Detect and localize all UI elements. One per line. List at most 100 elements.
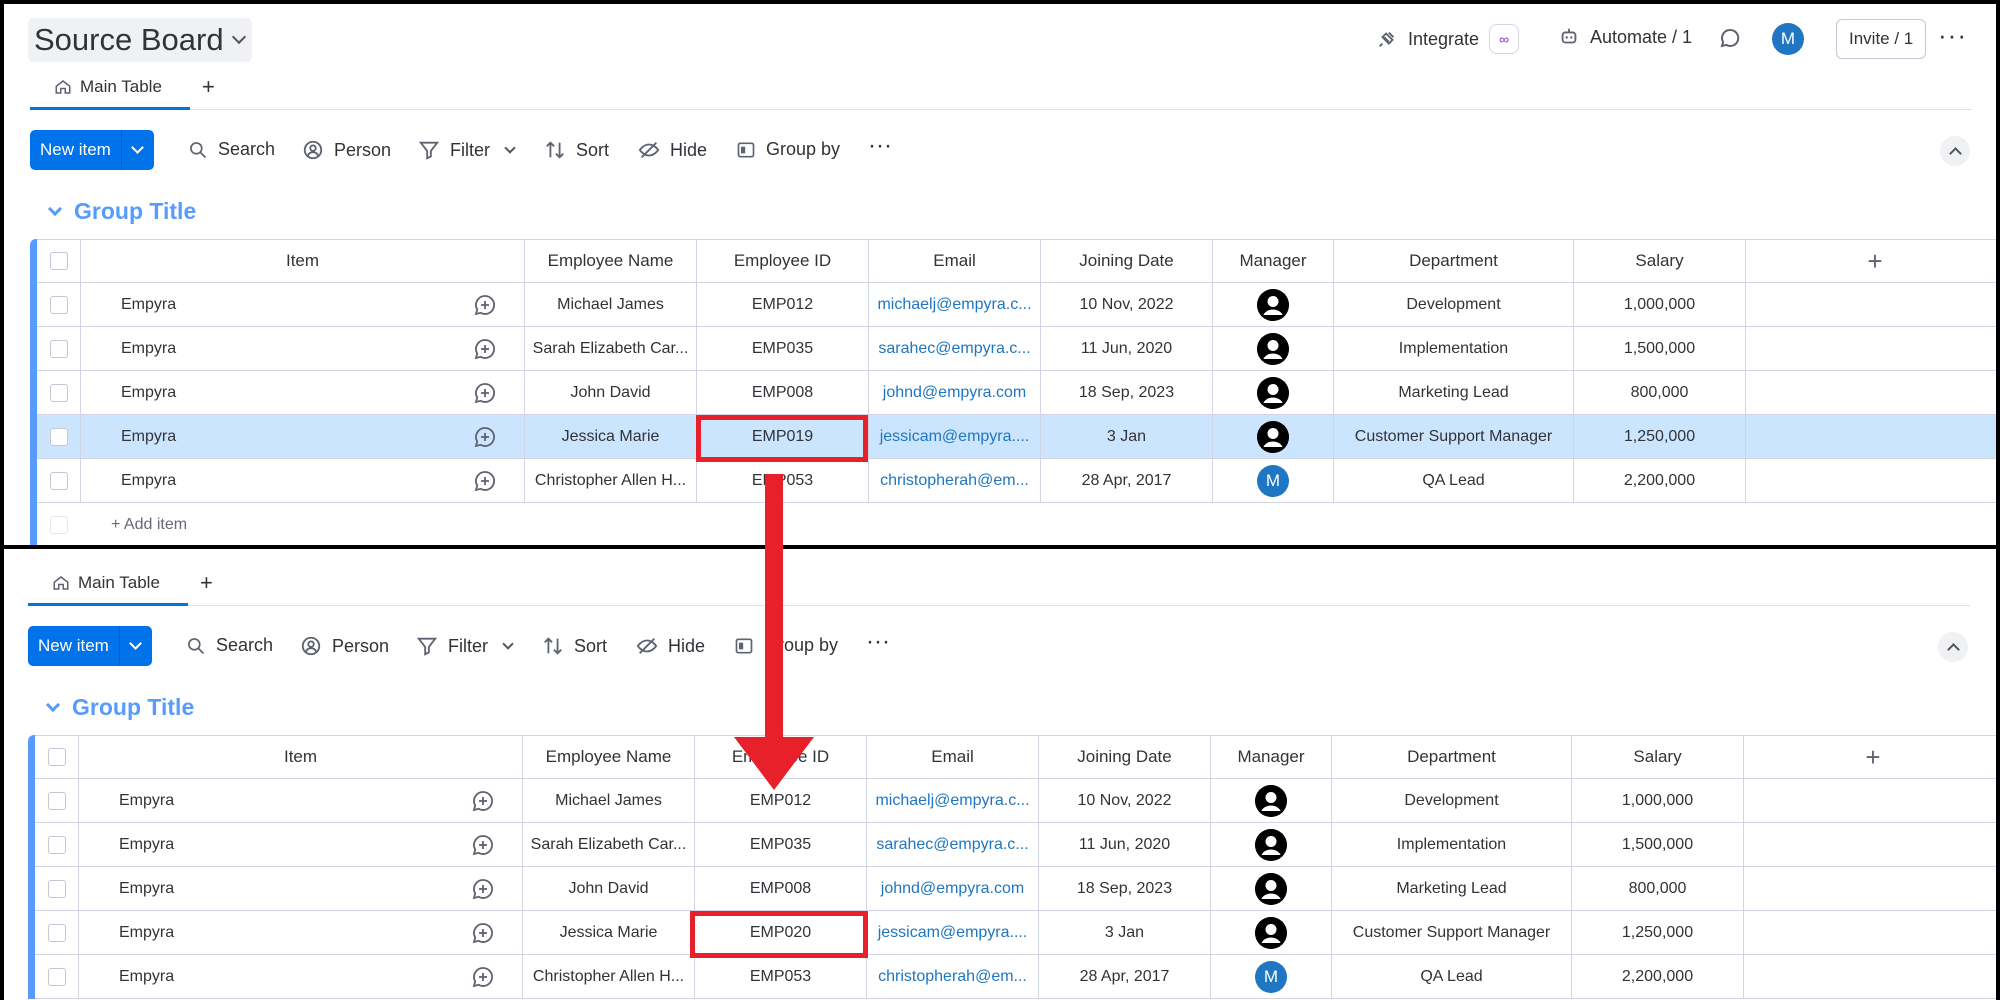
department-cell[interactable]: Development xyxy=(1334,283,1574,326)
department-cell[interactable]: Implementation xyxy=(1332,823,1572,866)
department-cell[interactable]: QA Lead xyxy=(1334,459,1574,502)
add-update-icon[interactable] xyxy=(473,337,497,361)
joining-date-cell[interactable]: 3 Jan xyxy=(1039,911,1211,954)
group-header[interactable]: Group Title xyxy=(45,694,194,721)
joining-date-cell[interactable]: 28 Apr, 2017 xyxy=(1039,955,1211,998)
group-by-button[interactable]: Group by xyxy=(734,635,838,656)
employee-name-cell[interactable]: Michael James xyxy=(525,283,697,326)
chevron-down-icon[interactable] xyxy=(47,201,63,216)
email-cell[interactable]: jessicam@empyra.... xyxy=(869,415,1041,458)
item-cell[interactable]: Empyra xyxy=(79,779,523,822)
tab-main-table[interactable]: Main Table xyxy=(54,77,162,97)
automate-button[interactable]: Automate / 1 xyxy=(1558,26,1692,48)
email-cell[interactable]: sarahec@empyra.c... xyxy=(867,823,1039,866)
joining-date-cell[interactable]: 3 Jan xyxy=(1041,415,1213,458)
add-update-icon[interactable] xyxy=(471,833,495,857)
row-checkbox[interactable] xyxy=(35,823,79,866)
item-cell[interactable]: Empyra xyxy=(79,867,523,910)
hide-button[interactable]: Hide xyxy=(638,139,707,161)
row-checkbox[interactable] xyxy=(37,327,81,370)
row-checkbox[interactable] xyxy=(35,867,79,910)
email-cell[interactable]: michaelj@empyra.c... xyxy=(867,779,1039,822)
search-button[interactable]: Search xyxy=(188,139,275,160)
new-item-button[interactable]: New item xyxy=(28,626,152,666)
add-item-row[interactable]: + Add item xyxy=(37,503,1996,545)
employee-id-cell[interactable]: EMP053 xyxy=(695,955,867,998)
row-checkbox[interactable] xyxy=(37,371,81,414)
integrate-button[interactable]: Integrate ∞ xyxy=(1376,24,1520,54)
item-cell[interactable]: Empyra xyxy=(81,415,525,458)
department-cell[interactable]: Marketing Lead xyxy=(1332,867,1572,910)
manager-cell[interactable] xyxy=(1211,911,1332,954)
employee-name-cell[interactable]: John David xyxy=(525,371,697,414)
board-title-selector[interactable]: Source Board xyxy=(28,18,252,62)
more-toolbar-icon[interactable]: ··· xyxy=(866,628,890,656)
add-view-button[interactable]: + xyxy=(200,570,213,596)
plus-icon[interactable]: + xyxy=(1867,246,1882,277)
add-item-button[interactable]: + Add item xyxy=(81,503,187,545)
joining-date-cell[interactable]: 11 Jun, 2020 xyxy=(1041,327,1213,370)
salary-cell[interactable]: 1,000,000 xyxy=(1574,283,1746,326)
employee-id-cell[interactable]: EMP008 xyxy=(695,867,867,910)
employee-name-cell[interactable]: Jessica Marie xyxy=(523,911,695,954)
row-checkbox[interactable] xyxy=(37,459,81,502)
add-update-icon[interactable] xyxy=(471,965,495,989)
email-link[interactable]: sarahec@empyra.c... xyxy=(878,340,1030,358)
manager-cell[interactable] xyxy=(1211,823,1332,866)
column-header[interactable]: Item xyxy=(81,240,525,282)
employee-id-cell[interactable]: EMP012 xyxy=(697,283,869,326)
manager-cell[interactable]: M xyxy=(1211,955,1332,998)
email-link[interactable]: michaelj@empyra.c... xyxy=(877,296,1031,314)
chevron-down-icon[interactable] xyxy=(122,141,154,154)
joining-date-cell[interactable]: 28 Apr, 2017 xyxy=(1041,459,1213,502)
employee-name-cell[interactable]: Christopher Allen H... xyxy=(525,459,697,502)
joining-date-cell[interactable]: 10 Nov, 2022 xyxy=(1041,283,1213,326)
column-header[interactable]: Employee Name xyxy=(523,736,695,778)
plus-icon[interactable]: + xyxy=(1865,742,1880,773)
row-checkbox[interactable] xyxy=(37,415,81,458)
joining-date-cell[interactable]: 10 Nov, 2022 xyxy=(1039,779,1211,822)
collapse-header-button[interactable] xyxy=(1938,632,1968,662)
row-checkbox[interactable] xyxy=(35,779,79,822)
add-update-icon[interactable] xyxy=(473,381,497,405)
employee-id-cell[interactable]: EMP035 xyxy=(695,823,867,866)
column-header[interactable]: Employee ID xyxy=(697,240,869,282)
hide-button[interactable]: Hide xyxy=(636,635,705,657)
employee-name-cell[interactable]: John David xyxy=(523,867,695,910)
salary-cell[interactable]: 2,200,000 xyxy=(1572,955,1744,998)
salary-cell[interactable]: 1,000,000 xyxy=(1572,779,1744,822)
column-header[interactable]: Employee ID xyxy=(695,736,867,778)
column-header[interactable]: Manager xyxy=(1213,240,1334,282)
table-row[interactable]: Empyra Michael James EMP012 michaelj@empyra… xyxy=(37,283,1996,327)
salary-cell[interactable]: 1,250,000 xyxy=(1572,911,1744,954)
table-row[interactable]: Empyra Sarah Elizabeth Car... EMP035 sarahe… xyxy=(35,823,1996,867)
add-update-icon[interactable] xyxy=(473,293,497,317)
employee-name-cell[interactable]: Michael James xyxy=(523,779,695,822)
add-update-icon[interactable] xyxy=(473,425,497,449)
add-update-icon[interactable] xyxy=(471,921,495,945)
item-cell[interactable]: Empyra xyxy=(81,371,525,414)
person-filter-button[interactable]: Person xyxy=(300,635,389,657)
manager-cell[interactable] xyxy=(1211,867,1332,910)
row-checkbox[interactable] xyxy=(35,955,79,998)
manager-cell[interactable] xyxy=(1213,327,1334,370)
item-cell[interactable]: Empyra xyxy=(79,955,523,998)
joining-date-cell[interactable]: 18 Sep, 2023 xyxy=(1039,867,1211,910)
employee-id-cell[interactable]: EMP012 xyxy=(695,779,867,822)
email-link[interactable]: jessicam@empyra.... xyxy=(878,924,1028,942)
new-item-button[interactable]: New item xyxy=(30,130,154,170)
column-header[interactable]: Employee Name xyxy=(525,240,697,282)
email-link[interactable]: jessicam@empyra.... xyxy=(880,428,1030,446)
table-row[interactable]: Empyra Jessica Marie EMP020 jessicam@empyra… xyxy=(35,911,1996,955)
column-header[interactable]: Salary xyxy=(1572,736,1744,778)
add-update-icon[interactable] xyxy=(473,469,497,493)
chevron-down-icon[interactable] xyxy=(45,697,61,712)
department-cell[interactable]: Customer Support Manager xyxy=(1334,415,1574,458)
table-row[interactable]: Empyra Jessica Marie EMP019 jessicam@empyra… xyxy=(37,415,1996,459)
select-all-checkbox[interactable] xyxy=(35,736,79,778)
manager-cell[interactable]: M xyxy=(1213,459,1334,502)
column-header[interactable]: Email xyxy=(869,240,1041,282)
email-cell[interactable]: christopherah@em... xyxy=(869,459,1041,502)
person-filter-button[interactable]: Person xyxy=(302,139,391,161)
email-link[interactable]: johnd@empyra.com xyxy=(883,384,1026,402)
